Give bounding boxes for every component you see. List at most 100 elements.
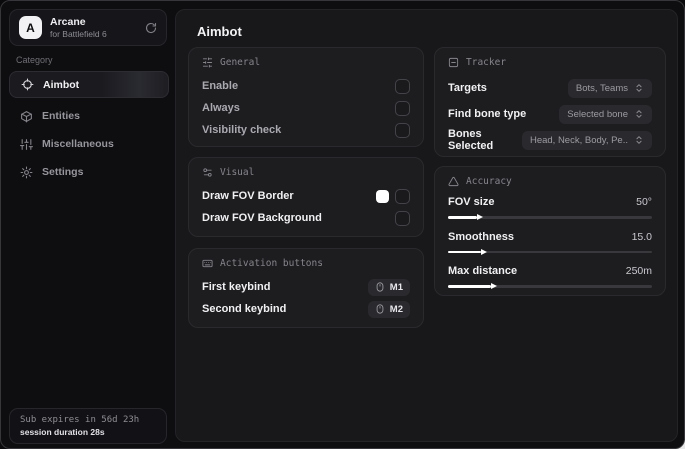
tracker-card-header: Tracker <box>448 57 652 68</box>
activation-card-header: Activation buttons <box>202 258 410 269</box>
enable-checkbox[interactable] <box>395 78 410 94</box>
mouse-icon <box>375 304 385 314</box>
slider-label: Max distance <box>448 265 518 277</box>
cube-icon <box>20 110 33 123</box>
setting-row-enable: Enable <box>202 75 410 97</box>
fov-border-controls <box>376 188 410 204</box>
smoothness-slider[interactable] <box>448 248 652 255</box>
find-bone-type-dropdown[interactable]: Selected bone <box>559 104 652 124</box>
sidebar-item-entities[interactable]: Entities <box>9 102 169 130</box>
setting-label: Draw FOV Background <box>202 212 322 224</box>
setting-row-bones-selected: Bones Selected Head, Neck, Body, Pe.. <box>448 127 652 153</box>
adjustments-icon <box>202 167 213 178</box>
slider-thumb[interactable] <box>480 248 487 255</box>
smoothness-slider-group: Smoothness 15.0 <box>448 229 652 255</box>
draw-fov-background-checkbox[interactable] <box>395 210 410 226</box>
slider-fill <box>448 283 497 290</box>
mouse-icon <box>375 282 385 292</box>
setting-row-second-keybind: Second keybind M2 <box>202 298 410 320</box>
always-checkbox[interactable] <box>395 100 410 116</box>
visual-card-header: Visual <box>202 167 410 178</box>
sidebar-menu: Aimbot Entities Miscellaneous Settings <box>9 71 169 186</box>
setting-label: Enable <box>202 80 239 92</box>
dropdown-value: Bots, Teams <box>575 82 628 94</box>
main-panel: Aimbot General Enable Always Visibility … <box>175 9 678 442</box>
general-card-title: General <box>220 57 261 68</box>
visual-card: Visual Draw FOV Border Draw FOV Backgrou… <box>188 157 424 237</box>
setting-row-visibility-check: Visibility check <box>202 119 410 141</box>
gear-icon <box>20 166 33 179</box>
draw-fov-border-checkbox[interactable] <box>395 188 410 204</box>
setting-row-first-keybind: First keybind M1 <box>202 276 410 298</box>
sidebar-item-label: Aimbot <box>43 78 80 91</box>
sidebar: A Arcane for Battlefield 6 Category Aimb… <box>1 1 175 448</box>
crosshair-icon <box>21 78 34 91</box>
dropdown-value: Selected bone <box>567 108 628 120</box>
bones-selected-dropdown[interactable]: Head, Neck, Body, Pe.. <box>521 130 652 150</box>
slider-value: 15.0 <box>631 230 652 243</box>
targets-dropdown[interactable]: Bots, Teams <box>567 78 652 98</box>
category-label: Category <box>16 55 53 65</box>
sidebar-item-miscellaneous[interactable]: Miscellaneous <box>9 130 169 158</box>
minus-square-icon <box>448 57 459 68</box>
keybind-value: M2 <box>389 303 403 315</box>
first-keybind-button[interactable]: M1 <box>367 278 410 296</box>
setting-label: Visibility check <box>202 124 282 136</box>
max-distance-slider-group: Max distance 250m <box>448 263 652 290</box>
visibility-check-checkbox[interactable] <box>395 122 410 138</box>
setting-row-draw-fov-background: Draw FOV Background <box>202 207 410 229</box>
slider-fill <box>448 248 487 255</box>
sidebar-item-aimbot[interactable]: Aimbot <box>9 71 169 98</box>
brand-logo: A <box>19 16 42 39</box>
brand-name: Arcane <box>50 16 86 28</box>
slider-thumb[interactable] <box>490 283 497 290</box>
session-duration-text: session duration 28s <box>20 427 105 437</box>
setting-label: Find bone type <box>448 108 527 120</box>
sub-expires-text: Sub expires in 56d 23h <box>20 415 140 425</box>
accuracy-card-header: Accuracy <box>448 176 652 187</box>
general-card-header: General <box>202 57 410 68</box>
accuracy-card-title: Accuracy <box>466 176 512 187</box>
setting-label: Targets <box>448 82 487 94</box>
sidebar-item-label: Settings <box>42 166 84 178</box>
sidebar-item-settings[interactable]: Settings <box>9 158 169 186</box>
page-title: Aimbot <box>197 24 242 39</box>
slider-thumb[interactable] <box>476 214 483 221</box>
keyboard-icon <box>202 258 213 269</box>
accuracy-card: Accuracy FOV size 50° Smoothness 15.0 Ma… <box>434 166 666 296</box>
sidebar-item-label: Miscellaneous <box>42 138 114 150</box>
sliders-horizontal-icon <box>202 57 213 68</box>
activation-card-title: Activation buttons <box>220 258 323 269</box>
fov-size-slider[interactable] <box>448 214 652 221</box>
setting-label: Second keybind <box>202 303 287 315</box>
setting-label: Bones Selected <box>448 128 494 152</box>
setting-row-always: Always <box>202 97 410 119</box>
refresh-icon[interactable] <box>145 22 157 34</box>
tracker-card: Tracker Targets Bots, Teams Find bone ty… <box>434 47 666 157</box>
subscription-info: Sub expires in 56d 23h session duration … <box>9 408 167 444</box>
triangle-icon <box>448 176 459 187</box>
chevrons-up-down-icon <box>634 83 644 93</box>
chevrons-up-down-icon <box>634 109 644 119</box>
setting-row-draw-fov-border: Draw FOV Border <box>202 185 410 207</box>
setting-row-targets: Targets Bots, Teams <box>448 75 652 101</box>
chevrons-up-down-icon <box>634 135 644 145</box>
slider-fill <box>448 214 483 221</box>
slider-label: FOV size <box>448 196 495 208</box>
brand-text: Arcane for Battlefield 6 <box>50 16 107 39</box>
setting-label: First keybind <box>202 281 271 293</box>
setting-row-find-bone-type: Find bone type Selected bone <box>448 101 652 127</box>
fov-border-color-swatch[interactable] <box>376 189 389 203</box>
second-keybind-button[interactable]: M2 <box>367 300 410 318</box>
app-window: A Arcane for Battlefield 6 Category Aimb… <box>0 0 685 449</box>
max-distance-slider[interactable] <box>448 283 652 290</box>
visual-card-title: Visual <box>220 167 255 178</box>
activation-card: Activation buttons First keybind M1 Seco… <box>188 248 424 328</box>
slider-label: Smoothness <box>448 230 515 243</box>
brand-subtitle: for Battlefield 6 <box>50 29 107 39</box>
fov-size-slider-group: FOV size 50° <box>448 194 652 221</box>
keybind-value: M1 <box>389 281 403 293</box>
dropdown-value: Head, Neck, Body, Pe.. <box>529 134 628 146</box>
slider-value: 50° <box>636 196 652 208</box>
brand-card: A Arcane for Battlefield 6 <box>9 9 167 46</box>
